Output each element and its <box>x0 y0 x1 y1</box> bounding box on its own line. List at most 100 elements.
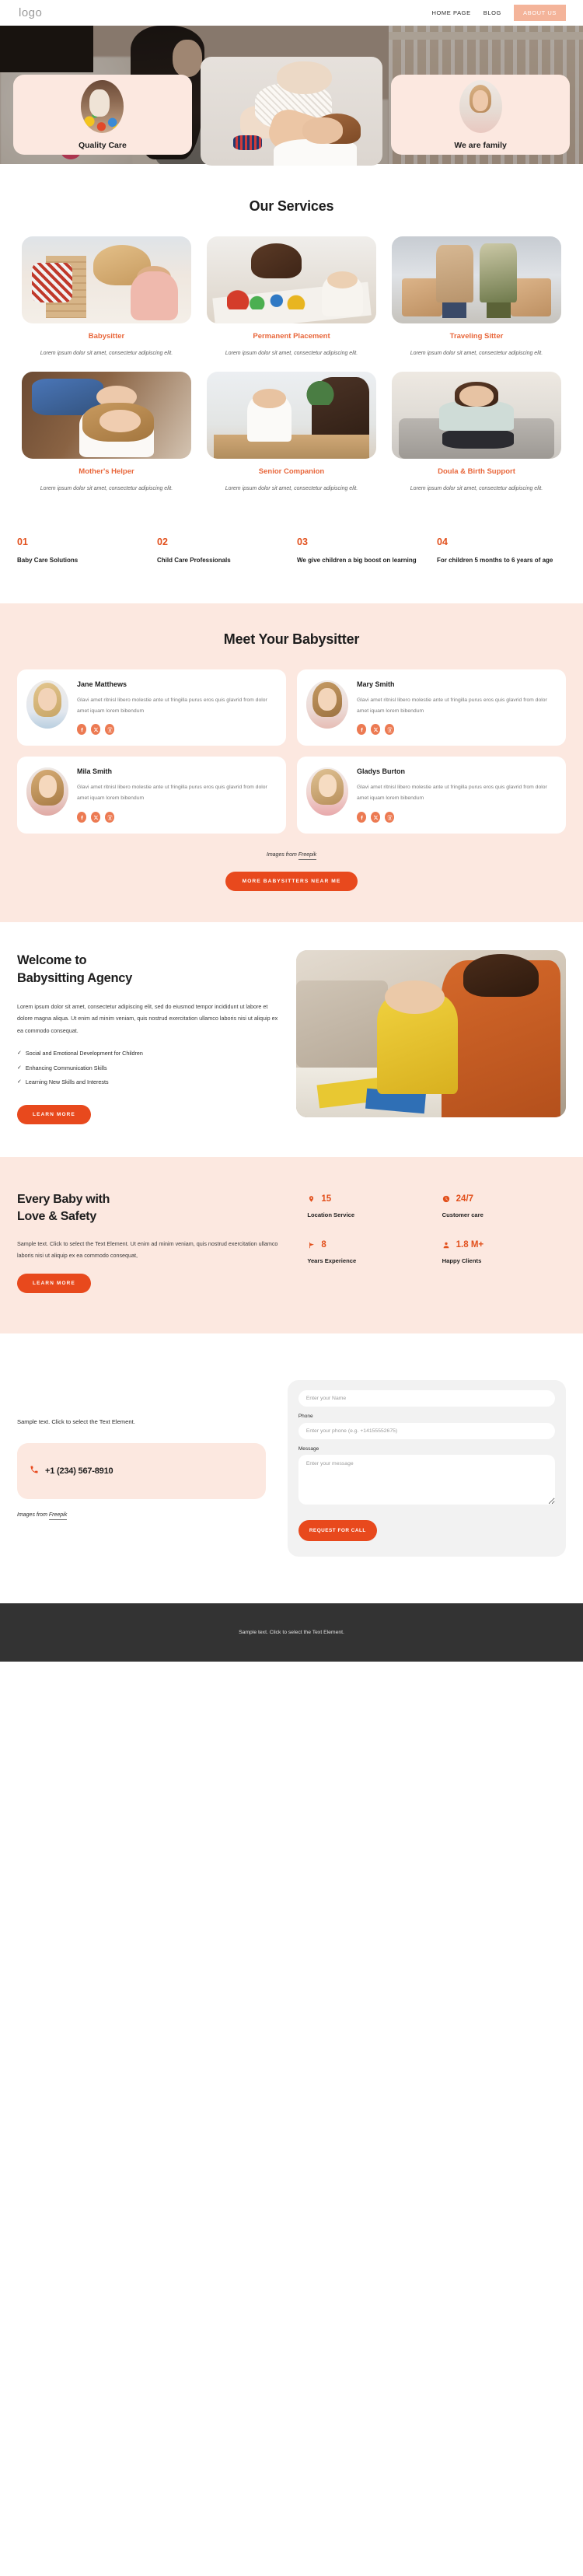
service-card[interactable]: Mother's Helper Lorem ipsum dolor sit am… <box>22 372 191 495</box>
message-label: Message <box>298 1446 319 1452</box>
sitter-name: Gladys Burton <box>357 767 406 776</box>
check-icon: ✓ <box>17 1064 22 1071</box>
instagram-icon[interactable] <box>105 812 114 823</box>
x-twitter-icon[interactable] <box>371 724 380 736</box>
phone-box[interactable]: +1 (234) 567-8910 <box>17 1442 266 1499</box>
highlight-text: We give children a big boost on learning <box>297 557 417 564</box>
service-desc: Lorem ipsum dolor sit amet, consectetur … <box>40 351 173 356</box>
stat-value: 1.8 M+ <box>456 1240 484 1250</box>
people-icon <box>442 1240 451 1250</box>
x-twitter-icon[interactable] <box>91 812 100 823</box>
service-image-permanent-placement <box>207 236 376 323</box>
stat-item: 1.8 M+ Happy Clients <box>442 1240 566 1264</box>
request-for-call-button[interactable]: REQUEST FOR CALL <box>298 1520 377 1542</box>
instagram-icon[interactable] <box>105 724 114 736</box>
services-title: Our Services <box>249 198 334 214</box>
every-baby-title-line2: Love & Safety <box>17 1209 96 1223</box>
sitter-card[interactable]: Jane Matthews Glavi amet ritnisl libero … <box>17 669 286 746</box>
welcome-section: Welcome to Babysitting Agency Lorem ipsu… <box>0 922 583 1157</box>
feature-cards: Quality Care We are family <box>0 57 583 166</box>
avatar <box>306 680 348 729</box>
stat-item: 8 Years Experience <box>307 1240 431 1264</box>
instagram-icon[interactable] <box>385 812 394 823</box>
name-input[interactable] <box>298 1390 555 1407</box>
every-baby-paragraph: Sample text. Click to select the Text El… <box>17 1239 278 1260</box>
field-name <box>298 1389 555 1407</box>
social-links <box>357 812 555 823</box>
highlight-item: 03 We give children a big boost on learn… <box>297 537 426 566</box>
service-card[interactable]: Traveling Sitter Lorem ipsum dolor sit a… <box>392 236 561 359</box>
learn-more-button-every-baby[interactable]: LEARN MORE <box>17 1274 91 1294</box>
service-card[interactable]: Permanent Placement Lorem ipsum dolor si… <box>207 236 376 359</box>
image-credit: Images from Freepik <box>17 1512 266 1520</box>
feature-card-center-photo <box>200 57 383 166</box>
message-textarea[interactable] <box>298 1455 555 1505</box>
credit-link-freepik[interactable]: Freepik <box>48 1512 68 1520</box>
facebook-icon[interactable] <box>357 812 366 823</box>
highlight-number: 03 <box>297 537 308 547</box>
instagram-icon[interactable] <box>385 724 394 736</box>
service-card[interactable]: Doula & Birth Support Lorem ipsum dolor … <box>392 372 561 495</box>
credit-link-freepik[interactable]: Freepik <box>298 852 317 861</box>
sitter-name: Mary Smith <box>357 680 395 688</box>
services-grid: Babysitter Lorem ipsum dolor sit amet, c… <box>0 236 583 495</box>
list-item: ✓ Learning New Skills and Interests <box>17 1078 279 1087</box>
phone-input[interactable] <box>298 1423 555 1440</box>
sitter-desc: Glavi amet ritnisl libero molestie ante … <box>357 697 547 714</box>
facebook-icon[interactable] <box>357 724 366 736</box>
meet-title: Meet Your Babysitter <box>223 631 360 647</box>
service-image-senior-companion <box>207 372 376 459</box>
nav-link-home-page[interactable]: HOME PAGE <box>431 9 470 16</box>
page-root: logo HOME PAGE BLOG ABOUT US About Us w <box>0 0 583 1662</box>
avatar <box>26 767 68 816</box>
facebook-icon[interactable] <box>77 724 86 736</box>
welcome-title: Welcome to Babysitting Agency <box>17 952 279 987</box>
site-footer: Sample text. Click to select the Text El… <box>0 1603 583 1662</box>
stat-label: Customer care <box>442 1211 484 1218</box>
service-card[interactable]: Babysitter Lorem ipsum dolor sit amet, c… <box>22 236 191 359</box>
highlight-item: 02 Child Care Professionals <box>157 537 286 566</box>
more-babysitters-button[interactable]: MORE BABYSITTERS NEAR ME <box>225 872 358 892</box>
welcome-photo <box>295 950 566 1118</box>
x-twitter-icon[interactable] <box>371 812 380 823</box>
stat-label: Years Experience <box>307 1257 357 1264</box>
sitter-name: Jane Matthews <box>77 680 127 688</box>
location-pin-icon <box>307 1194 316 1204</box>
highlight-number: 02 <box>157 537 168 547</box>
check-icon: ✓ <box>17 1079 22 1085</box>
service-image-doula-birth-support <box>392 372 561 459</box>
list-item: ✓ Social and Emotional Development for Ch… <box>17 1049 279 1058</box>
sitter-card[interactable]: Mary Smith Glavi amet ritnisl libero mol… <box>297 669 566 746</box>
welcome-title-line2: Babysitting Agency <box>17 970 133 985</box>
service-desc: Lorem ipsum dolor sit amet, consectetur … <box>410 486 543 491</box>
feature-label: We are family <box>454 140 507 150</box>
nav-button-about-us[interactable]: ABOUT US <box>513 5 566 21</box>
site-logo[interactable]: logo <box>19 6 42 19</box>
nav-link-blog[interactable]: BLOG <box>484 9 501 16</box>
credit-prefix: Images from <box>266 852 298 858</box>
contact-note: Sample text. Click to select the Text El… <box>17 1418 135 1426</box>
facebook-icon[interactable] <box>77 812 86 823</box>
highlight-text: Baby Care Solutions <box>17 557 79 564</box>
sitter-card[interactable]: Gladys Burton Glavi amet ritnisl libero … <box>297 757 566 834</box>
contact-form: Phone Message REQUEST FOR CALL <box>287 1380 566 1557</box>
image-credit: Images from Freepik <box>17 852 566 861</box>
learn-more-button-welcome[interactable]: LEARN MORE <box>17 1104 91 1124</box>
sitter-name: Mila Smith <box>77 767 113 776</box>
social-links <box>77 812 275 823</box>
every-baby-title: Every Baby with Love & Safety <box>17 1191 288 1225</box>
sitter-card[interactable]: Mila Smith Glavi amet ritnisl libero mol… <box>17 757 286 834</box>
every-baby-title-line1: Every Baby with <box>17 1192 110 1206</box>
service-card[interactable]: Senior Companion Lorem ipsum dolor sit a… <box>207 372 376 495</box>
bullet-text: Enhancing Communication Skills <box>25 1064 107 1071</box>
sitter-desc: Glavi amet ritnisl libero molestie ante … <box>77 785 267 802</box>
feature-card-we-are-family[interactable]: We are family <box>391 75 570 155</box>
x-twitter-icon[interactable] <box>91 724 100 736</box>
feature-card-quality-care[interactable]: Quality Care <box>13 75 192 155</box>
social-links <box>77 724 275 736</box>
service-image-mothers-helper <box>22 372 191 459</box>
services-section: Our Services Babysitter Lorem ipsum dolo… <box>0 166 583 521</box>
service-name: Doula & Birth Support <box>438 467 515 476</box>
flag-icon <box>307 1240 316 1250</box>
bullet-text: Social and Emotional Development for Chi… <box>25 1050 143 1057</box>
